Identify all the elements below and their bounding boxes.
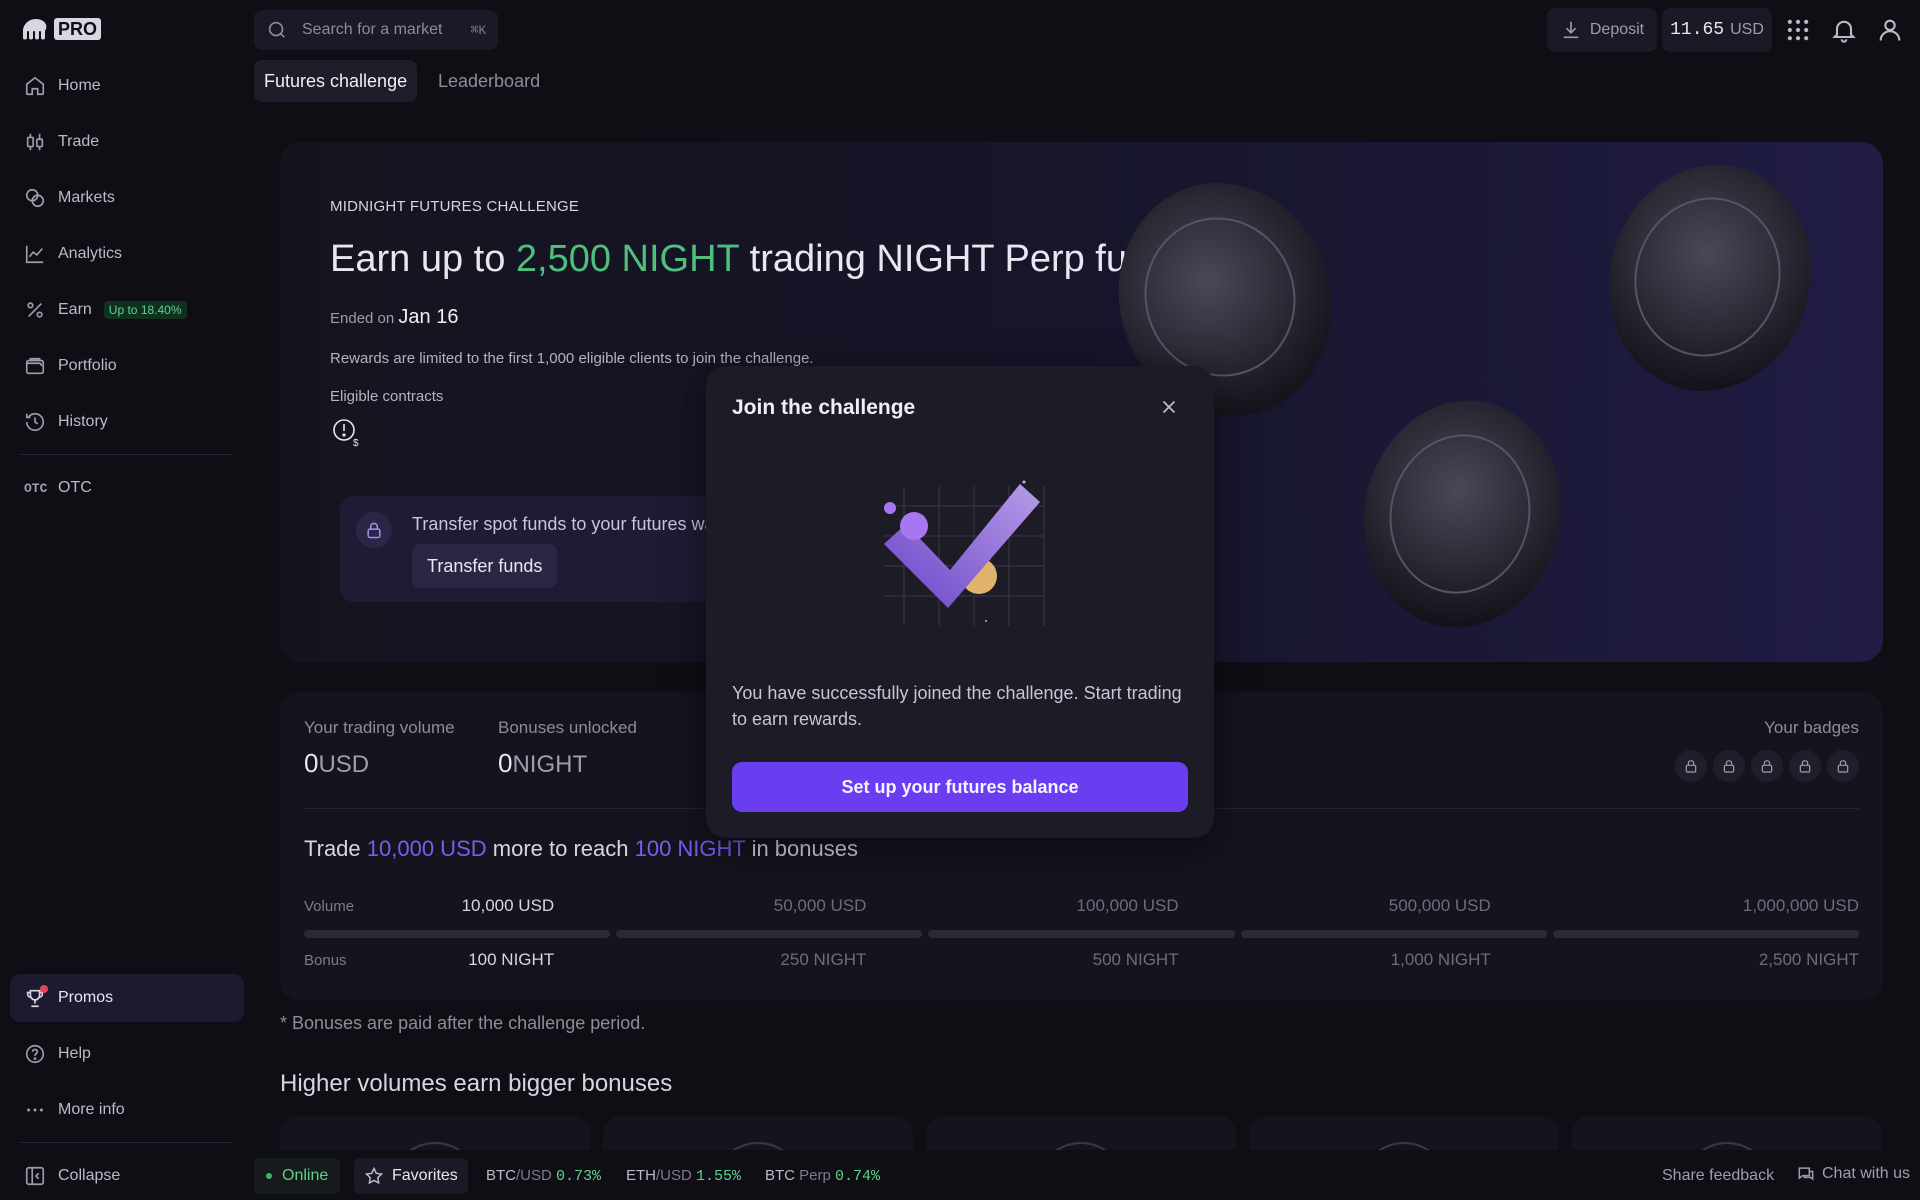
modal-overlay: Join the challenge You have successfully…: [0, 0, 1920, 1200]
modal-title: Join the challenge: [732, 396, 916, 419]
modal-message: You have successfully joined the challen…: [732, 683, 1182, 729]
close-icon[interactable]: [1158, 396, 1180, 418]
success-checkmark-illustration: [884, 480, 1045, 626]
join-challenge-modal: Join the challenge You have successfully…: [706, 366, 1214, 838]
setup-futures-balance-button[interactable]: Set up your futures balance: [732, 762, 1188, 812]
